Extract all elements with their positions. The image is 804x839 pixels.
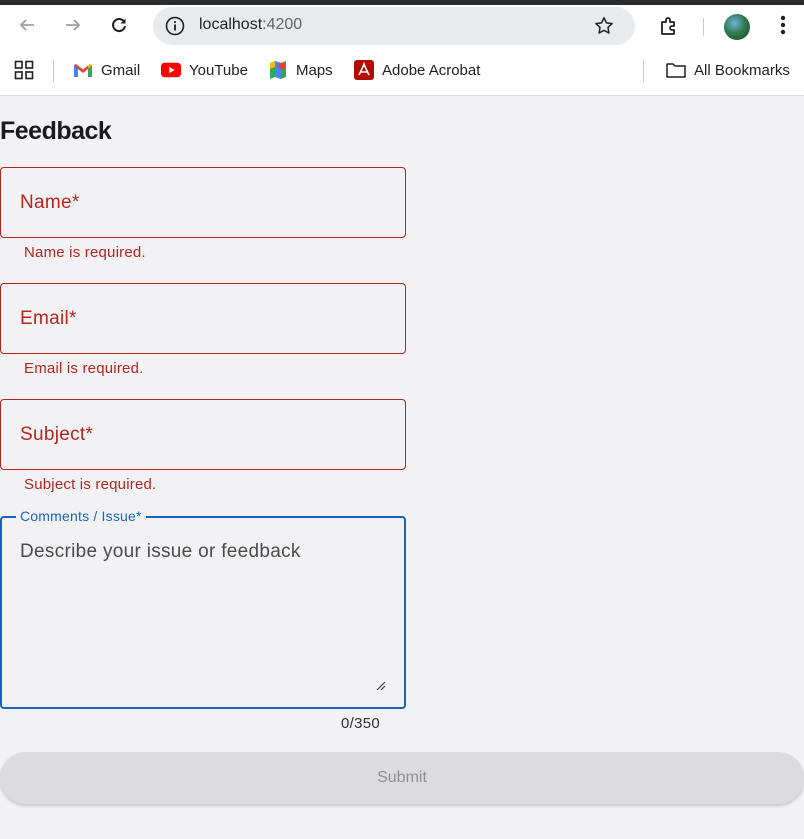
name-field[interactable]: Name* — [0, 167, 406, 238]
bookmark-maps[interactable]: Maps — [268, 59, 333, 81]
profile-avatar[interactable] — [724, 14, 750, 40]
gmail-icon — [73, 60, 93, 80]
bookmark-label: Adobe Acrobat — [382, 61, 481, 79]
subject-field-label: Subject* — [20, 424, 94, 445]
bookmark-youtube[interactable]: YouTube — [161, 59, 248, 81]
email-error: Email is required. — [24, 360, 144, 377]
more-menu-icon[interactable] — [773, 13, 793, 37]
page-title: Feedback — [0, 117, 112, 145]
maps-icon — [268, 60, 288, 80]
toolbar-divider — [703, 18, 704, 36]
bookmark-adobe-acrobat[interactable]: Adobe Acrobat — [354, 59, 480, 81]
email-field-label: Email* — [20, 308, 77, 329]
email-field[interactable]: Email* — [0, 283, 406, 354]
site-info-icon[interactable] — [165, 16, 185, 36]
name-error: Name is required. — [24, 244, 146, 261]
name-field-label: Name* — [20, 192, 80, 213]
extensions-puzzle-icon[interactable] — [658, 15, 680, 37]
url-port: :4200 — [262, 16, 303, 33]
comments-textarea[interactable]: Comments / Issue* Describe your issue or… — [0, 508, 406, 709]
all-bookmarks-button[interactable]: All Bookmarks — [666, 59, 790, 81]
forward-button[interactable] — [58, 11, 88, 39]
all-bookmarks-label: All Bookmarks — [694, 61, 790, 79]
subject-error: Subject is required. — [24, 476, 157, 493]
comments-placeholder: Describe your issue or feedback — [20, 541, 301, 562]
bookmark-label: Gmail — [101, 61, 141, 79]
back-button[interactable] — [12, 11, 42, 39]
browser-toolbar: localhost:4200 — [0, 5, 804, 45]
apps-grid-icon[interactable] — [14, 60, 34, 80]
reload-button[interactable] — [104, 11, 134, 39]
acrobat-icon — [354, 60, 374, 80]
bookmark-gmail[interactable]: Gmail — [73, 59, 140, 81]
back-arrow-icon — [19, 19, 34, 31]
youtube-icon — [161, 60, 181, 80]
bookmarks-divider — [53, 60, 54, 82]
bookmark-label: Maps — [296, 61, 333, 79]
forward-arrow-icon — [66, 19, 81, 31]
url-host: localhost — [199, 16, 263, 33]
address-bar[interactable]: localhost:4200 — [153, 7, 635, 45]
character-counter: 0/350 — [341, 715, 381, 732]
submit-button[interactable]: Submit — [0, 752, 804, 804]
reload-icon — [112, 18, 126, 33]
comments-label: Comments / Issue* — [16, 508, 146, 524]
bookmarks-divider — [643, 60, 644, 82]
url-text: localhost:4200 — [199, 16, 302, 34]
resize-handle-icon[interactable] — [376, 681, 386, 691]
bookmark-label: YouTube — [189, 61, 248, 79]
bookmark-star-icon[interactable] — [593, 15, 615, 37]
bookmarks-bar: Gmail YouTube Maps Adobe Acrobat All Boo… — [0, 45, 804, 96]
subject-field[interactable]: Subject* — [0, 399, 406, 470]
folder-icon — [666, 60, 686, 80]
